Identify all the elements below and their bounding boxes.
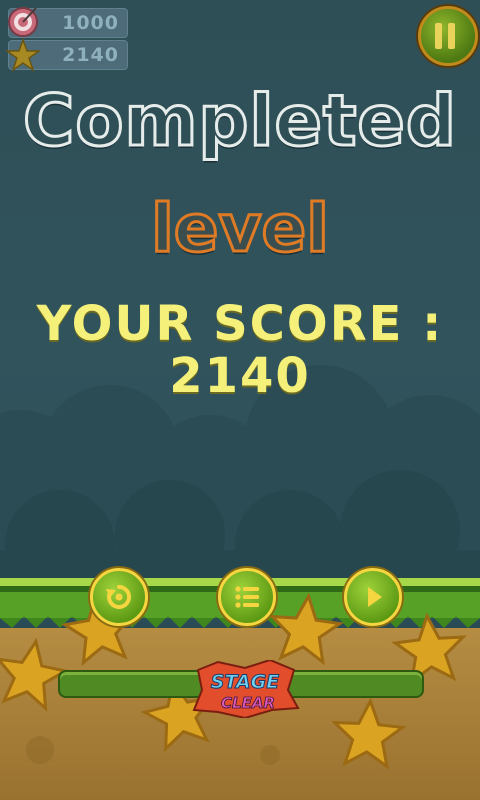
- play-icon: [368, 587, 382, 607]
- pause-button[interactable]: [418, 6, 478, 66]
- game-screen: 1000 2140 Completed level YOUR SCORE : 2…: [0, 0, 480, 800]
- replay-button[interactable]: [90, 568, 148, 626]
- pause-icon: [435, 23, 442, 49]
- target-icon: [8, 7, 38, 37]
- stage-clear-badge: STAGE CLEAR: [192, 660, 300, 718]
- next-level-button[interactable]: [344, 568, 402, 626]
- level-title: level: [150, 189, 331, 269]
- target-score-value: 1000: [62, 12, 119, 34]
- menu-list-icon: [235, 586, 259, 608]
- current-score-value: 2140: [62, 44, 119, 66]
- score-value: 2140: [169, 348, 311, 404]
- stage-clear-line1: STAGE: [211, 671, 279, 693]
- stage-clear-line2: CLEAR: [221, 694, 275, 712]
- score-label: YOUR SCORE :: [36, 296, 444, 352]
- pause-icon-bar: [448, 23, 455, 49]
- star-icon: [6, 38, 40, 72]
- replay-icon: [106, 584, 132, 609]
- completed-title: Completed: [21, 79, 458, 164]
- level-menu-button[interactable]: [218, 568, 276, 626]
